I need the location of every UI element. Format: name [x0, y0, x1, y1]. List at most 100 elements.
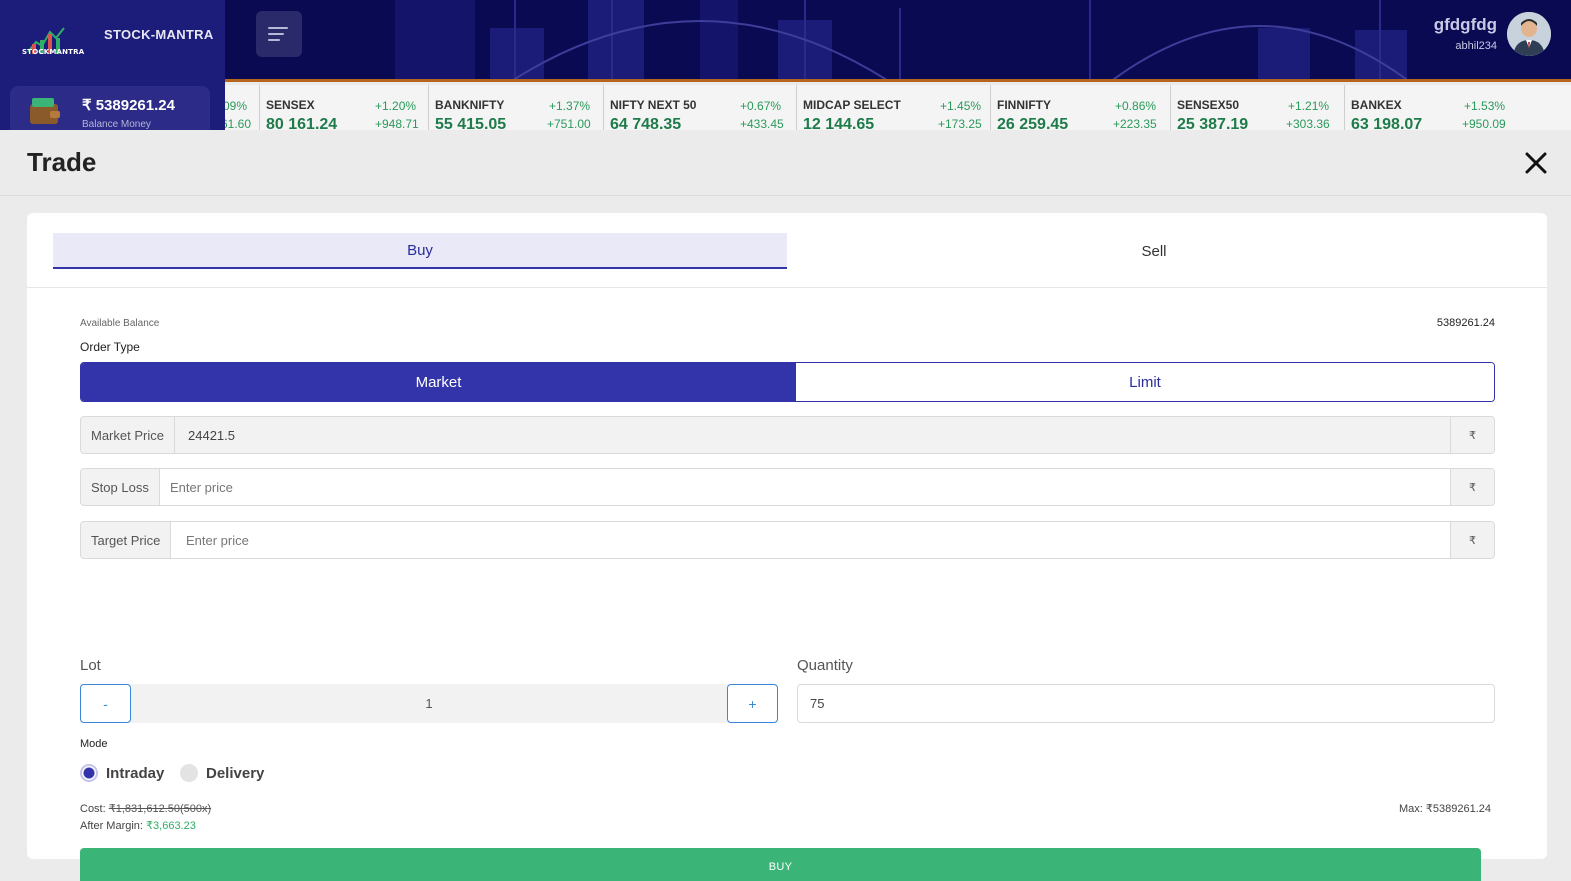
ticker-value: 26 259.45 [997, 116, 1069, 130]
rupee-icon: ₹ [1450, 469, 1494, 505]
ticker-item[interactable]: BANKEX 63 198.07 +1.53% +950.09 [1344, 85, 1571, 130]
close-button[interactable] [1524, 151, 1548, 175]
ticker-percent: 09% [225, 99, 248, 113]
ticker-change: +950.09 [1462, 117, 1506, 130]
user-id: abhil234 [1455, 40, 1497, 52]
market-price-input[interactable] [177, 417, 1451, 453]
mode-intraday-radio[interactable]: Intraday [80, 764, 164, 782]
after-margin-label: After Margin: [80, 820, 143, 832]
divider [0, 195, 1571, 196]
cost-summary: Cost: ₹1,831,612.50(500x) [80, 802, 211, 815]
ticker-item[interactable]: NIFTY NEXT 50 64 748.35 +0.67% +433.45 [603, 85, 796, 130]
market-price-label: Market Price [81, 417, 175, 453]
avatar[interactable] [1507, 12, 1551, 56]
ticker-change: +433.45 [740, 117, 784, 130]
ticker-item[interactable]: MIDCAP SELECT 12 144.65 +1.45% +173.25 [796, 85, 990, 130]
lot-label: Lot [80, 657, 101, 674]
trade-card: Buy Sell Available Balance 5389261.24 Or… [27, 213, 1547, 881]
ticker-change: 61.60 [225, 117, 252, 130]
ticker-item[interactable]: SENSEX 80 161.24 +1.20% +948.71 [259, 85, 429, 130]
tab-buy[interactable]: Buy [53, 233, 787, 269]
ticker-name: BANKNIFTY [435, 98, 505, 112]
quantity-input[interactable]: 75 [797, 684, 1495, 723]
available-balance-label: Available Balance [80, 318, 160, 329]
mode-delivery-radio[interactable]: Delivery [180, 764, 264, 782]
ticker-value: 12 144.65 [803, 116, 875, 130]
available-balance-value: 5389261.24 [1436, 317, 1495, 329]
tab-sell[interactable]: Sell [787, 233, 1521, 269]
menu-toggle-button[interactable] [256, 11, 302, 57]
market-price-group: Market Price ₹ [80, 416, 1495, 454]
buy-button[interactable]: BUY [80, 848, 1481, 881]
quantity-label: Quantity [797, 657, 853, 674]
user-avatar-icon [1507, 12, 1551, 56]
ticker-name: SENSEX [266, 98, 315, 112]
mode-label: Mode [80, 738, 108, 750]
logo-text: STOCKMANTRA [22, 48, 85, 56]
target-price-group: Target Price ₹ [80, 521, 1495, 559]
target-price-input[interactable] [175, 522, 1451, 558]
ticker-percent: +1.53% [1464, 99, 1506, 113]
rupee-icon: ₹ [1450, 522, 1494, 558]
mode-intraday-label: Intraday [106, 764, 165, 782]
ticker-percent: +1.20% [375, 99, 417, 113]
brand-name[interactable]: STOCK-MANTRA [104, 27, 214, 42]
ticker-item[interactable]: FINNIFTY 26 259.45 +0.86% +223.35 [990, 85, 1171, 130]
ticker-item[interactable]: BANKNIFTY 55 415.05 +1.37% +751.00 [428, 85, 603, 130]
ticker-change: +173.25 [938, 117, 982, 130]
top-navbar [0, 0, 1571, 82]
ticker-name: MIDCAP SELECT [803, 98, 901, 112]
ticker-item[interactable]: SENSEX50 25 387.19 +1.21% +303.36 [1170, 85, 1345, 130]
order-type-market-button[interactable]: Market [81, 363, 796, 401]
stop-loss-label: Stop Loss [81, 469, 160, 505]
ticker-name: NIFTY NEXT 50 [610, 98, 697, 112]
ticker-percent: +1.21% [1288, 99, 1330, 113]
ticker-item[interactable]: 09% 61.60 [225, 85, 259, 130]
divider [27, 287, 1547, 288]
ticker-percent: +1.37% [549, 99, 591, 113]
close-icon [1525, 152, 1547, 174]
after-margin-summary: After Margin: ₹3,663.23 [80, 819, 196, 832]
ticker-change: +223.35 [1113, 117, 1157, 130]
max-amount: Max: ₹5389261.24 [1398, 803, 1491, 815]
rupee-icon: ₹ [1450, 417, 1494, 453]
ticker-name: SENSEX50 [1177, 98, 1240, 112]
ticker-value: 55 415.05 [435, 116, 507, 130]
ticker-value: 64 748.35 [610, 116, 682, 130]
target-price-label: Target Price [81, 522, 172, 558]
stop-loss-group: Stop Loss ₹ [80, 468, 1495, 506]
radio-selected-icon [80, 764, 98, 782]
market-ticker: 09% 61.60 SENSEX 80 161.24 +1.20% +948.7… [225, 85, 1571, 130]
radio-unselected-icon [180, 764, 198, 782]
cost-label: Cost: [80, 803, 106, 815]
ticker-percent: +1.45% [940, 99, 982, 113]
ticker-change: +751.00 [547, 117, 591, 130]
lot-value[interactable]: 1 [131, 684, 727, 723]
stop-loss-input[interactable] [159, 469, 1451, 505]
ticker-value: 80 161.24 [266, 116, 338, 130]
balance-amount: ₹ 5389261.24 [82, 97, 175, 114]
balance-label: Balance Money [82, 119, 151, 130]
ticker-percent: +0.86% [1115, 99, 1157, 113]
ticker-name: FINNIFTY [997, 98, 1051, 112]
header-background-chart [395, 0, 1408, 79]
order-type-toggle: Market Limit [80, 362, 1495, 402]
stockmantra-logo-icon [27, 27, 65, 54]
modal-title: Trade [27, 147, 97, 177]
ticker-value: 25 387.19 [1177, 116, 1249, 130]
cost-value: ₹1,831,612.50(500x) [108, 803, 212, 815]
lot-decrement-button[interactable]: - [80, 684, 131, 723]
lot-stepper: - 1 + [80, 684, 778, 723]
lot-increment-button[interactable]: + [727, 684, 778, 723]
ticker-change: +948.71 [375, 117, 419, 130]
mode-delivery-label: Delivery [206, 764, 265, 782]
hamburger-icon [268, 27, 288, 41]
order-type-label: Order Type [80, 340, 140, 354]
wallet-icon [30, 98, 60, 124]
ticker-name: BANKEX [1351, 98, 1402, 112]
ticker-value: 63 198.07 [1351, 116, 1423, 130]
ticker-change: +303.36 [1286, 117, 1330, 130]
trade-modal: Trade Buy Sell Available Balance 5389261… [0, 130, 1571, 881]
after-margin-value: ₹3,663.23 [146, 820, 196, 832]
order-type-limit-button[interactable]: Limit [796, 363, 1494, 401]
